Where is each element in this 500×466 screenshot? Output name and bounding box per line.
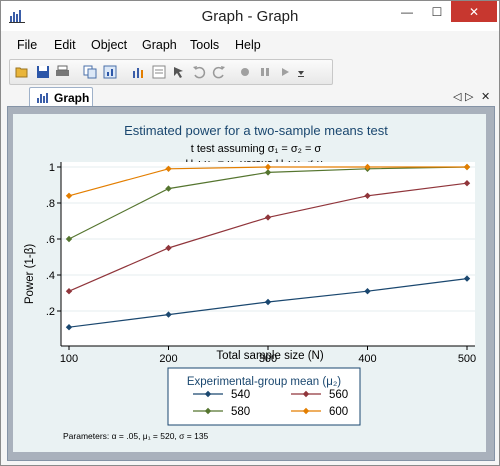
x-tick-label: 400 [358,353,376,365]
x-tick-label: 200 [159,353,177,365]
y-tick-label: .4 [46,270,55,282]
save-icon[interactable] [34,63,51,80]
legend-title: Experimental-group mean (μ₂) [187,376,341,388]
y-axis-label: Power (1-β) [24,244,36,304]
legend-label-580: 580 [231,406,250,418]
tab-graph[interactable]: Graph [29,87,93,108]
chart-title: Estimated power for a two-sample means t… [124,123,388,138]
x-tick-label: 500 [458,353,476,365]
title-bar[interactable]: Graph - Graph — ☐ ✕ [1,1,499,31]
redo-icon[interactable] [210,63,227,80]
y-tick-label: 1 [49,162,55,174]
menu-file[interactable]: File [17,38,37,52]
menu-object[interactable]: Object [91,38,127,52]
menu-graph[interactable]: Graph [142,38,177,52]
minimize-button[interactable]: — [393,1,421,22]
maximize-button[interactable]: ☐ [423,1,451,22]
menu-edit[interactable]: Edit [54,38,76,52]
graph-tab-icon [37,93,48,103]
pointer-icon[interactable] [170,63,187,80]
dropdown-icon[interactable] [296,63,306,80]
close-button[interactable]: ✕ [451,1,497,22]
legend-label-560: 560 [329,389,348,401]
menu-tools[interactable]: Tools [190,38,219,52]
y-tick-label: .2 [46,306,55,318]
close-icon: ✕ [468,4,480,19]
graph-window: Graph - Graph — ☐ ✕ File Edit Object Gra… [0,0,500,466]
menu-help[interactable]: Help [235,38,261,52]
legend-label-540: 540 [231,389,250,401]
y-tick-label: .8 [46,198,55,210]
x-axis-label: Total sample size (N) [216,350,324,362]
menu-bar: File Edit Object Graph Tools Help [1,35,499,55]
y-tick-label: .6 [46,234,55,246]
tab-close-icon[interactable]: ✕ [481,90,490,103]
graph-editor-icon[interactable] [130,63,147,80]
tab-graph-label: Graph [54,91,90,105]
chart-subtitle-1: t test assuming σ₁ = σ₂ = σ [191,143,322,155]
print-icon[interactable] [54,63,71,80]
open-icon[interactable] [14,63,31,80]
parameters-note: Parameters: α = .05, μ₁ = 520, σ = 135 [63,431,209,441]
record-icon[interactable] [236,63,253,80]
tab-next-icon[interactable]: ▷ [465,90,473,103]
minimize-icon: — [401,4,413,19]
legend-label-600: 600 [329,406,348,418]
tab-prev-icon[interactable]: ◁ [453,90,461,103]
copy-icon[interactable] [82,63,99,80]
maximize-icon: ☐ [431,4,443,19]
graph-canvas: Estimated power for a two-sample means t… [13,114,486,452]
x-tick-label: 100 [60,353,78,365]
properties-icon[interactable] [150,63,167,80]
toolbar [9,59,333,85]
undo-icon[interactable] [190,63,207,80]
tab-row: Graph ◁ ▷ ✕ [1,87,499,108]
power-chart: Estimated power for a two-sample means t… [24,123,476,441]
play-icon[interactable] [276,63,293,80]
copy-graph-icon[interactable] [102,63,119,80]
pause-icon[interactable] [256,63,273,80]
